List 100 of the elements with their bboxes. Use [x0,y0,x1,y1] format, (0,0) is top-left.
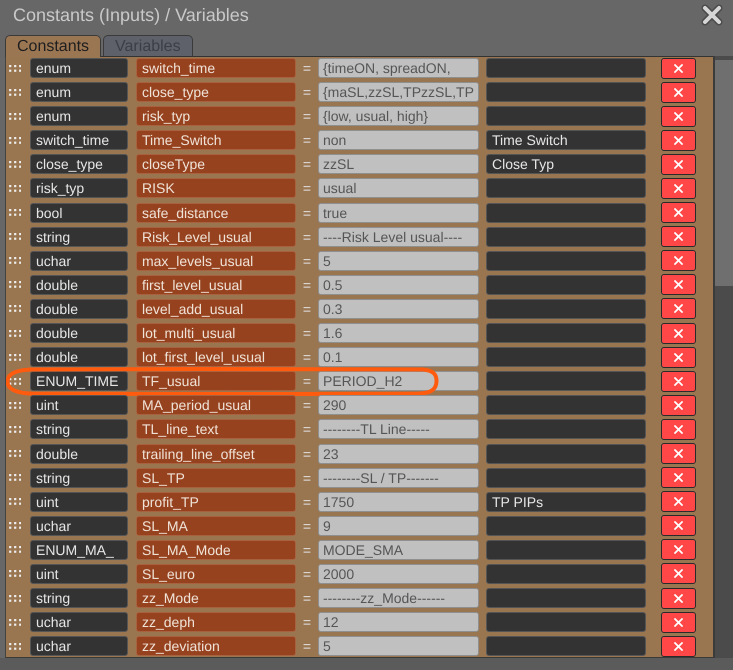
value-field[interactable]: 0.1 [318,347,479,368]
name-field[interactable]: SL_euro [136,564,296,584]
delete-button[interactable] [660,539,696,560]
delete-button[interactable] [660,346,696,368]
drag-handle-icon[interactable] [9,450,22,457]
name-field[interactable]: max_levels_usual [136,250,296,271]
delete-button[interactable] [660,250,696,272]
comment-field[interactable] [486,298,646,319]
drag-handle-icon[interactable] [9,136,22,144]
value-field[interactable]: {low, usual, high} [318,106,479,126]
name-field[interactable]: SL_MA_Mode [136,540,296,560]
value-field[interactable]: MODE_SMA [318,540,479,560]
comment-field[interactable] [486,516,646,536]
type-field[interactable]: string [30,226,128,247]
drag-handle-icon[interactable] [9,330,22,337]
drag-handle-icon[interactable] [9,257,22,264]
type-field[interactable]: string [30,588,128,608]
name-field[interactable]: SL_TP [136,468,296,488]
type-field[interactable]: double [30,274,128,295]
drag-handle-icon[interactable] [9,402,22,409]
comment-field[interactable] [486,274,646,295]
type-field[interactable]: double [30,298,128,319]
name-field[interactable]: level_add_usual [136,298,296,319]
drag-handle-icon[interactable] [9,112,22,120]
type-field[interactable]: uint [30,395,128,416]
delete-button[interactable] [660,226,696,248]
value-field[interactable]: {timeON, spreadON, [318,58,479,78]
value-field[interactable]: true [318,202,479,223]
scrollbar-thumb[interactable] [715,60,733,286]
value-field[interactable]: 0.3 [318,298,479,319]
comment-field[interactable] [486,468,646,488]
comment-field[interactable]: Close Typ [486,154,646,174]
delete-button[interactable] [660,418,696,440]
delete-button[interactable] [660,612,696,633]
type-field[interactable]: uint [30,492,128,512]
drag-handle-icon[interactable] [9,426,22,433]
drag-handle-icon[interactable] [9,281,22,288]
drag-handle-icon[interactable] [9,642,22,650]
comment-field[interactable] [486,564,646,584]
delete-button[interactable] [660,154,696,175]
comment-field[interactable] [486,58,646,78]
delete-button[interactable] [660,491,696,512]
delete-button[interactable] [660,58,696,78]
delete-button[interactable] [660,130,696,151]
drag-handle-icon[interactable] [9,233,22,240]
value-field[interactable]: non [318,130,479,150]
drag-handle-icon[interactable] [9,64,22,72]
type-field[interactable]: uchar [30,516,128,536]
comment-field[interactable] [486,202,646,223]
scrollbar-track[interactable] [713,56,733,658]
type-field[interactable]: string [30,468,128,488]
name-field[interactable]: Risk_Level_usual [136,226,296,247]
type-field[interactable]: uint [30,564,128,584]
value-field[interactable]: 23 [318,444,479,464]
comment-field[interactable] [486,226,646,247]
delete-button[interactable] [660,82,696,103]
name-field[interactable]: zz_deviation [136,636,296,656]
value-field[interactable]: 9 [318,516,479,536]
value-field[interactable]: {maSL,zzSL,TPzzSL,TP [318,82,479,102]
drag-handle-icon[interactable] [9,594,22,602]
name-field[interactable]: safe_distance [136,202,296,223]
type-field[interactable]: double [30,444,128,464]
comment-field[interactable] [486,588,646,608]
comment-field[interactable] [486,612,646,632]
drag-handle-icon[interactable] [9,378,22,385]
comment-field[interactable] [486,419,646,440]
comment-field[interactable]: TP PIPs [486,492,646,512]
type-field[interactable]: ENUM_MA_ [30,540,128,560]
type-field[interactable]: double [30,347,128,368]
value-field[interactable]: PERIOD_H2 [318,371,479,392]
type-field[interactable]: close_type [30,154,128,174]
name-field[interactable]: first_level_usual [136,274,296,295]
delete-button[interactable] [660,106,696,127]
name-field[interactable]: SL_MA [136,516,296,536]
delete-button[interactable] [660,515,696,536]
drag-handle-icon[interactable] [9,474,22,482]
drag-handle-icon[interactable] [9,160,22,168]
delete-button[interactable] [660,443,696,464]
delete-button[interactable] [660,394,696,416]
type-field[interactable]: enum [30,58,128,78]
name-field[interactable]: TF_usual [136,371,296,392]
type-field[interactable]: bool [30,202,128,223]
type-field[interactable]: switch_time [30,130,128,150]
drag-handle-icon[interactable] [9,522,22,530]
value-field[interactable]: 5 [318,636,479,656]
drag-handle-icon[interactable] [9,354,22,361]
type-field[interactable]: enum [30,106,128,126]
delete-button[interactable] [660,636,696,657]
drag-handle-icon[interactable] [9,184,22,192]
comment-field[interactable] [486,82,646,102]
name-field[interactable]: switch_time [136,58,296,78]
value-field[interactable]: 1.6 [318,323,479,344]
comment-field[interactable] [486,347,646,368]
close-icon[interactable] [701,4,723,26]
name-field[interactable]: zz_Mode [136,588,296,608]
name-field[interactable]: risk_typ [136,106,296,126]
value-field[interactable]: --------TL Line----- [318,419,479,440]
comment-field[interactable] [486,178,646,198]
delete-button[interactable] [660,298,696,320]
comment-field[interactable] [486,444,646,464]
